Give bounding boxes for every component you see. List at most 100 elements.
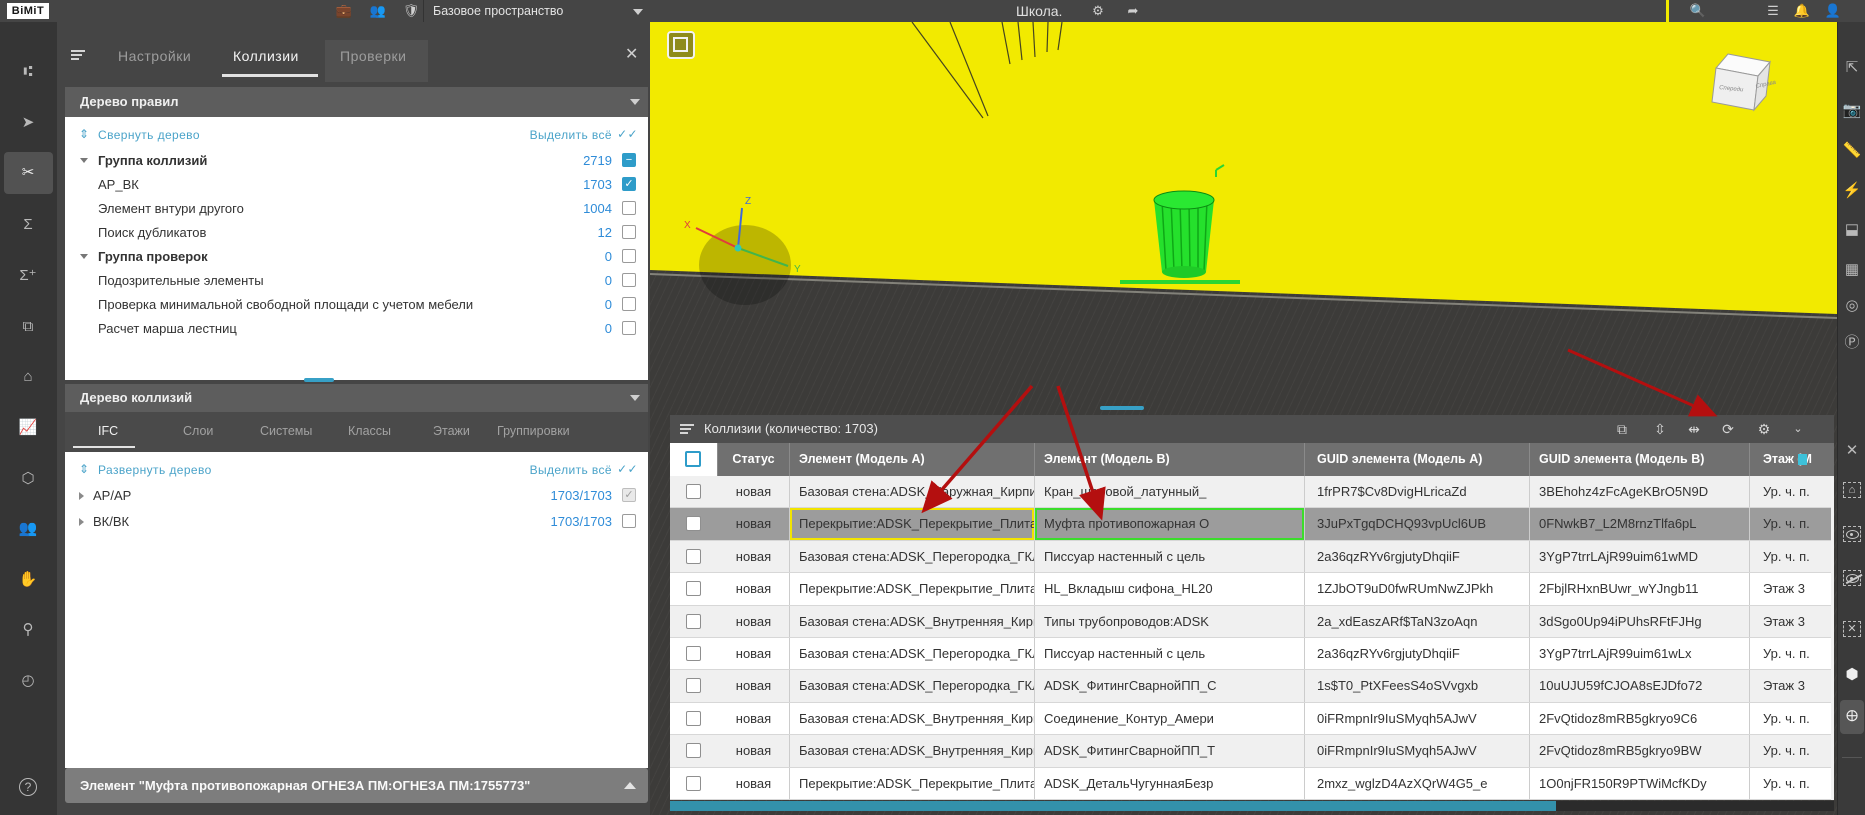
collapse-node-icon[interactable] <box>80 158 88 163</box>
refresh-icon[interactable]: ⟳ <box>1718 420 1738 438</box>
rules-tree-header[interactable]: Дерево правил <box>65 87 648 117</box>
row-checkbox[interactable] <box>686 776 701 791</box>
ruler-icon[interactable]: 📏 <box>1840 142 1864 160</box>
fit-rows-icon[interactable]: ⇹ <box>1684 420 1704 438</box>
collapse-node-icon[interactable] <box>80 254 88 259</box>
node-label[interactable]: АР/АР <box>93 488 131 503</box>
table-row[interactable]: новая Базовая стена:ADSK_Наружная_Кирпич… <box>670 476 1831 508</box>
horizontal-scrollbar[interactable] <box>670 801 1834 811</box>
section-icon[interactable]: ⬓ <box>1840 221 1864 239</box>
row-checkbox[interactable] <box>686 743 701 758</box>
tab-systems[interactable]: Системы <box>260 424 312 438</box>
tree-row[interactable]: АР_ВК 1703 ✓ <box>65 173 648 197</box>
col-element-b[interactable]: Элемент (Модель В) <box>1035 443 1305 476</box>
hierarchy-icon[interactable]: ⑆ <box>16 63 40 81</box>
tab-settings[interactable]: Настройки <box>118 48 191 64</box>
col-guid-b[interactable]: GUID элемента (Модель В) <box>1530 443 1750 476</box>
chevron-down-icon[interactable] <box>633 9 643 15</box>
expand-node-icon[interactable] <box>79 518 84 526</box>
tab-floors[interactable]: Этажи <box>433 424 470 438</box>
gear-icon[interactable]: ⚙ <box>1089 2 1107 20</box>
chevron-down-icon[interactable] <box>630 395 640 401</box>
panel-resize-handle[interactable] <box>304 378 334 382</box>
node-checkbox[interactable]: ✓ <box>622 488 636 502</box>
select-all-link[interactable]: Выделить всё <box>530 463 612 477</box>
briefcase-icon[interactable]: 💼 <box>335 2 353 20</box>
expand-icon[interactable]: ⇱ <box>1840 59 1864 77</box>
table-row[interactable]: новая Перекрытие:ADSK_Перекрытие_Плита_Б… <box>670 573 1831 605</box>
account-icon[interactable]: 👤 <box>1824 2 1842 20</box>
rule-label[interactable]: Подозрительные элементы <box>98 273 264 288</box>
gauge-icon[interactable]: ◴ <box>16 672 40 690</box>
help-icon[interactable]: ? <box>19 778 37 796</box>
tree-row[interactable]: Подозрительные элементы 0 <box>65 269 648 293</box>
2d-view-icon[interactable]: ⧉ <box>16 318 40 336</box>
team-icon[interactable]: 👥 <box>369 2 387 20</box>
notifications-icon[interactable]: 🔔 <box>1793 2 1811 20</box>
expand-tree-link[interactable]: Развернуть дерево <box>98 463 212 477</box>
workspace-selector[interactable]: Базовое пространство <box>433 0 563 22</box>
rule-checkbox[interactable] <box>622 297 636 311</box>
col-floor[interactable]: Этаж (М <box>1750 443 1834 476</box>
table-menu-icon[interactable] <box>680 424 694 434</box>
users-icon[interactable]: 👥 <box>16 520 40 538</box>
tab-checks[interactable]: Проверки <box>340 48 406 64</box>
camera-icon[interactable]: 📷 <box>1840 102 1864 120</box>
row-height-icon[interactable]: ⇳ <box>1650 420 1670 438</box>
tree-row[interactable]: ВК/ВК 1703/1703 <box>65 510 648 534</box>
collision-tree-header[interactable]: Дерево коллизий <box>65 384 648 412</box>
rule-checkbox[interactable] <box>622 321 636 335</box>
hand-box-icon[interactable]: ✋ <box>16 571 40 589</box>
show-element-icon[interactable] <box>1843 526 1861 542</box>
rule-label[interactable]: Элемент внтури другого <box>98 201 244 216</box>
table-row[interactable]: новая Базовая стена:ADSK_Перегородка_ГКЛ… <box>670 638 1831 670</box>
rule-checkbox[interactable]: ✓ <box>622 177 636 191</box>
table-row-selected[interactable]: новая Перекрытие:ADSK_Перекрытие_Плита_Б… <box>670 508 1831 540</box>
plugin-icon[interactable]: ⬡ <box>16 470 40 488</box>
collapse-tree-icon[interactable]: ⇕ <box>79 127 89 141</box>
select-all-checkbox[interactable] <box>685 451 701 467</box>
delete-selection-icon[interactable]: ✕ <box>1843 621 1861 637</box>
table-row[interactable]: новая Базовая стена:ADSK_Перегородка_ГКЛ… <box>670 670 1831 702</box>
tab-layers[interactable]: Слои <box>183 424 213 438</box>
select-cursor-icon[interactable]: ➤ <box>16 114 40 132</box>
chevron-up-icon[interactable] <box>624 782 636 789</box>
row-checkbox[interactable] <box>686 614 701 629</box>
collision-rules-icon[interactable]: ✕ <box>1840 442 1864 460</box>
rule-checkbox[interactable]: − <box>622 153 636 167</box>
sum-icon[interactable]: Σ <box>16 216 40 234</box>
node-checkbox[interactable] <box>622 514 636 528</box>
person-location-icon[interactable]: ⚲ <box>16 621 40 639</box>
lightning-icon[interactable]: ⚡ <box>1840 182 1864 200</box>
rule-label[interactable]: Расчет марша лестниц <box>98 321 237 336</box>
table-row[interactable]: новая Перекрытие:ADSK_Перекрытие_Плита_Б… <box>670 768 1831 800</box>
table-row[interactable]: новая Базовая стена:ADSK_Внутренняя_Кирп… <box>670 735 1831 767</box>
close-icon[interactable]: ✕ <box>625 44 638 64</box>
tree-row[interactable]: Группа проверок 0 <box>65 245 648 269</box>
table-row[interactable]: новая Базовая стена:ADSK_Внутренняя_Кирп… <box>670 703 1831 735</box>
col-guid-a[interactable]: GUID элемента (Модель А) <box>1305 443 1530 476</box>
parking-icon[interactable]: Ⓟ <box>1840 334 1864 352</box>
tab-classes[interactable]: Классы <box>348 424 391 438</box>
tab-collisions[interactable]: Коллизии <box>233 48 299 64</box>
rule-label[interactable]: АР_ВК <box>98 177 139 192</box>
expand-node-icon[interactable] <box>79 492 84 500</box>
tree-row[interactable]: Поиск дубликатов 12 <box>65 221 648 245</box>
table-row[interactable]: новая Базовая стена:ADSK_Внутренняя_Кирп… <box>670 606 1831 638</box>
list-icon[interactable]: ☰ <box>1764 2 1782 20</box>
collapse-tree-link[interactable]: Свернуть дерево <box>98 128 200 142</box>
col-element-a[interactable]: Элемент (Модель А) <box>790 443 1035 476</box>
rule-label[interactable]: Группа проверок <box>98 249 208 264</box>
node-label[interactable]: ВК/ВК <box>93 514 129 529</box>
rule-checkbox[interactable] <box>622 225 636 239</box>
chart-icon[interactable]: 📈 <box>16 419 40 437</box>
rule-checkbox[interactable] <box>622 249 636 263</box>
orbit-icon[interactable]: 🜨 <box>1840 708 1864 726</box>
col-status[interactable]: Статус <box>718 443 790 476</box>
scrollbar-thumb[interactable] <box>670 801 1556 811</box>
tab-ifc[interactable]: IFC <box>98 424 118 438</box>
chevron-down-icon[interactable]: ⌄ <box>1788 420 1808 438</box>
target-icon[interactable]: ◎ <box>1840 297 1864 315</box>
dashed-polygon-icon[interactable]: ⌂ <box>1843 482 1861 498</box>
structure-icon[interactable]: ⌂ <box>16 368 40 386</box>
